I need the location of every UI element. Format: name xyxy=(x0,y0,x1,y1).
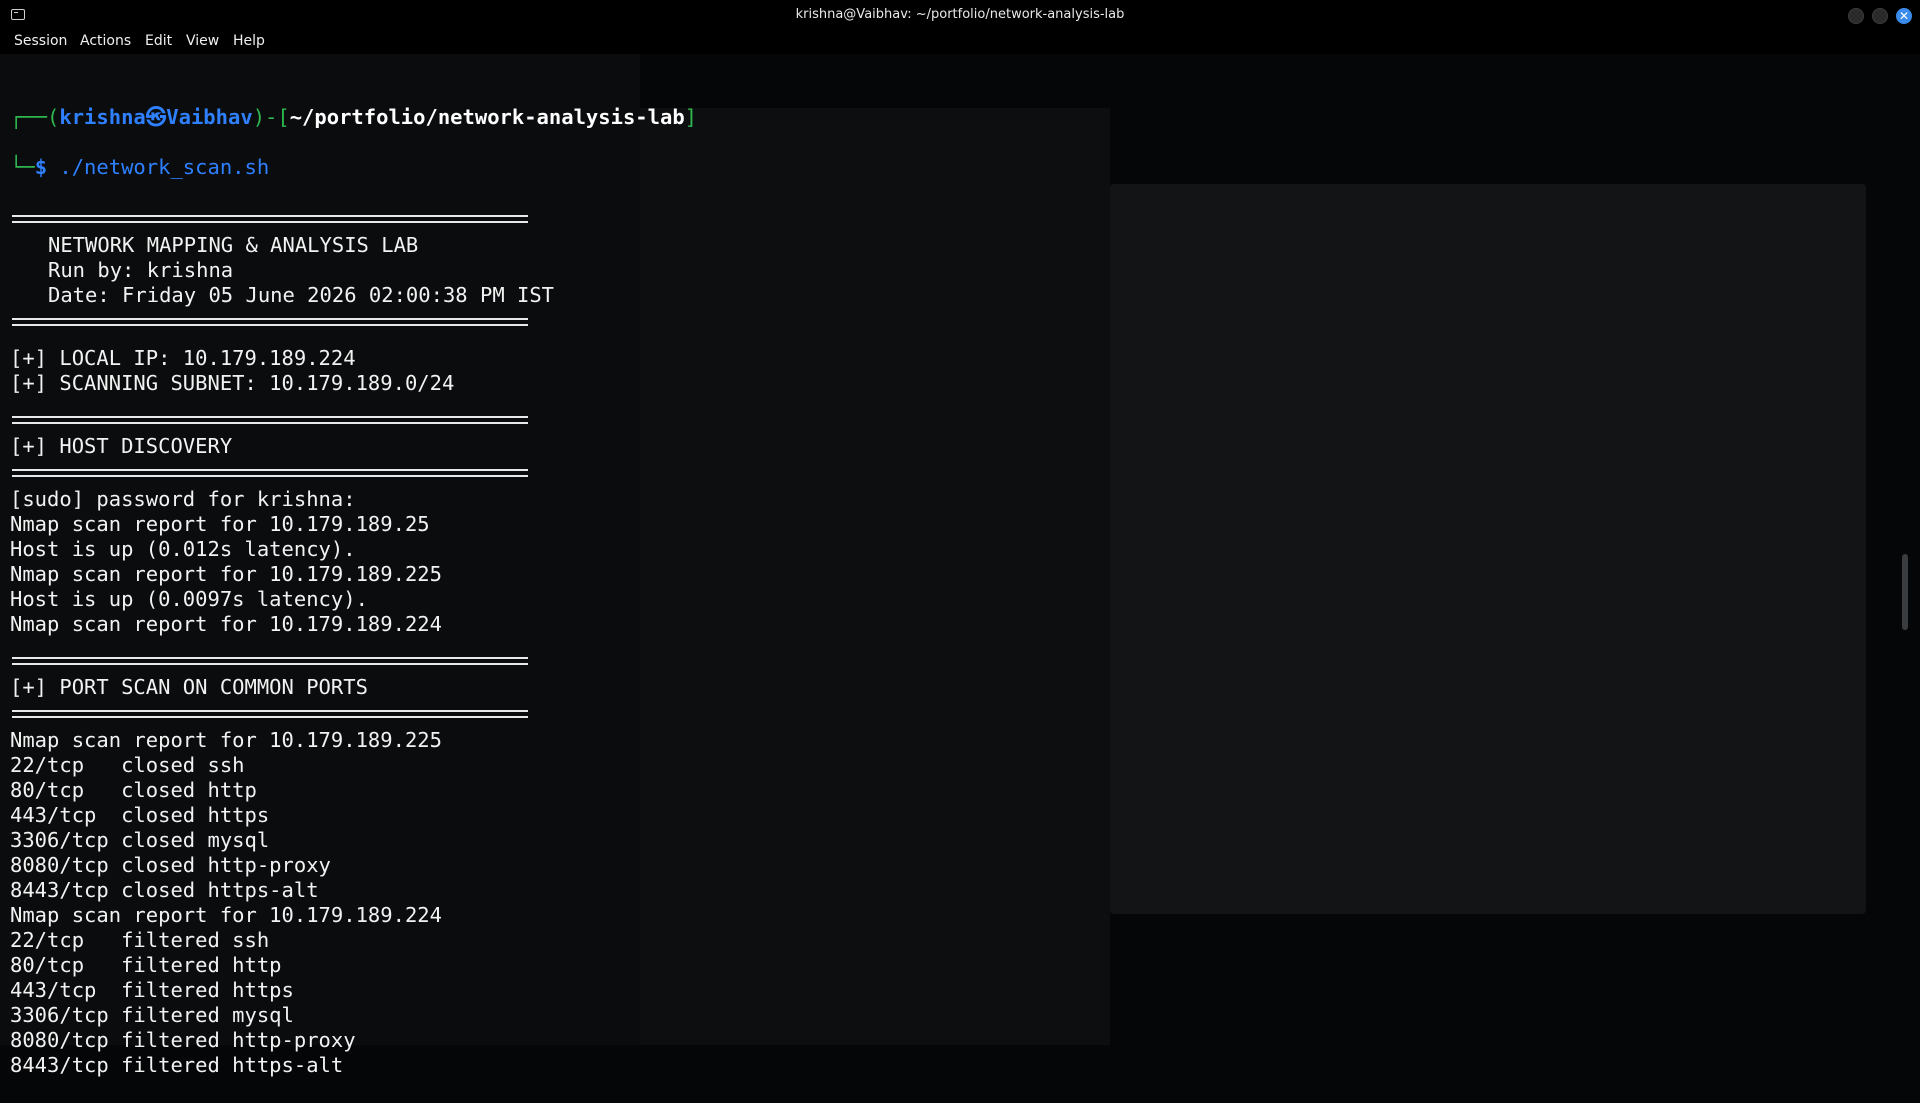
header-line: Date: Friday 05 June 2026 02:00:38 PM IS… xyxy=(48,283,555,307)
output-line: Nmap scan report for 10.179.189.225 xyxy=(10,562,442,586)
prompt-path: ~/portfolio/network-analysis-lab xyxy=(289,105,685,129)
minimize-button[interactable] xyxy=(1848,8,1864,24)
background-scrollbar xyxy=(1902,554,1908,630)
divider xyxy=(12,657,528,665)
prompt-separator: ㉿ xyxy=(145,105,167,129)
header-line: Run by: krishna xyxy=(48,258,234,282)
prompt-symbol: $ xyxy=(34,155,48,179)
output-line: 80/tcp closed http xyxy=(10,778,257,802)
background-document xyxy=(1110,184,1866,914)
menu-bar: Session Actions Edit View Help xyxy=(0,30,1920,54)
terminal-output[interactable]: ┌──(krishna㉿Vaibhav)-[~/portfolio/networ… xyxy=(10,80,697,1103)
header-line: NETWORK MAPPING & ANALYSIS LAB xyxy=(48,233,419,257)
output-line: 443/tcp closed https xyxy=(10,803,270,827)
output-line: 22/tcp filtered ssh xyxy=(10,928,270,952)
divider xyxy=(12,215,528,223)
menu-edit[interactable]: Edit xyxy=(145,33,172,49)
output-line: 22/tcp closed ssh xyxy=(10,753,245,777)
prompt-host: Vaibhav xyxy=(166,105,253,129)
output-line: 443/tcp filtered https xyxy=(10,978,294,1002)
divider xyxy=(12,416,528,424)
prompt-line-1: ┌──(krishna㉿Vaibhav)-[~/portfolio/networ… xyxy=(10,105,698,129)
output-line: Nmap scan report for 10.179.189.224 xyxy=(10,612,442,636)
divider xyxy=(12,469,528,477)
prompt-user: krishna xyxy=(59,105,146,129)
info-line: [+] SCANNING SUBNET: 10.179.189.0/24 xyxy=(10,371,455,395)
output-line: 8443/tcp closed https-alt xyxy=(10,878,319,902)
prompt-command: ./network_scan.sh xyxy=(59,155,270,179)
output-line: 8080/tcp filtered http-proxy xyxy=(10,1028,356,1052)
info-line: [+] LOCAL IP: 10.179.189.224 xyxy=(10,346,356,370)
prompt-line-2: └─$ ./network_scan.sh xyxy=(10,155,270,179)
output-line: 3306/tcp filtered mysql xyxy=(10,1003,294,1027)
maximize-button[interactable] xyxy=(1872,8,1888,24)
output-line: [sudo] password for krishna: xyxy=(10,487,356,511)
section-title: [+] HOST DISCOVERY xyxy=(10,434,233,458)
background-chat-pane xyxy=(640,108,1110,1045)
output-line: Nmap scan report for 10.179.189.225 xyxy=(10,728,442,752)
menu-view[interactable]: View xyxy=(186,33,219,49)
output-line: 3306/tcp closed mysql xyxy=(10,828,270,852)
output-line: 80/tcp filtered http xyxy=(10,953,282,977)
divider xyxy=(12,710,528,718)
menu-actions[interactable]: Actions xyxy=(80,33,131,49)
output-line: 8443/tcp filtered https-alt xyxy=(10,1053,344,1077)
close-button[interactable]: ✕ xyxy=(1896,8,1912,24)
menu-session[interactable]: Session xyxy=(14,33,67,49)
output-line: Host is up (0.0097s latency). xyxy=(10,587,368,611)
output-line: Host is up (0.012s latency). xyxy=(10,537,356,561)
window-title: krishna@Vaibhav: ~/portfolio/network-ana… xyxy=(795,7,1125,22)
section-title: [+] PORT SCAN ON COMMON PORTS xyxy=(10,675,368,699)
menu-help[interactable]: Help xyxy=(233,33,265,49)
divider xyxy=(12,318,528,326)
output-line: 8080/tcp closed http-proxy xyxy=(10,853,331,877)
output-line: Nmap scan report for 10.179.189.25 xyxy=(10,512,430,536)
title-bar: krishna@Vaibhav: ~/portfolio/network-ana… xyxy=(0,0,1920,30)
output-line: Nmap scan report for 10.179.189.224 xyxy=(10,903,442,927)
